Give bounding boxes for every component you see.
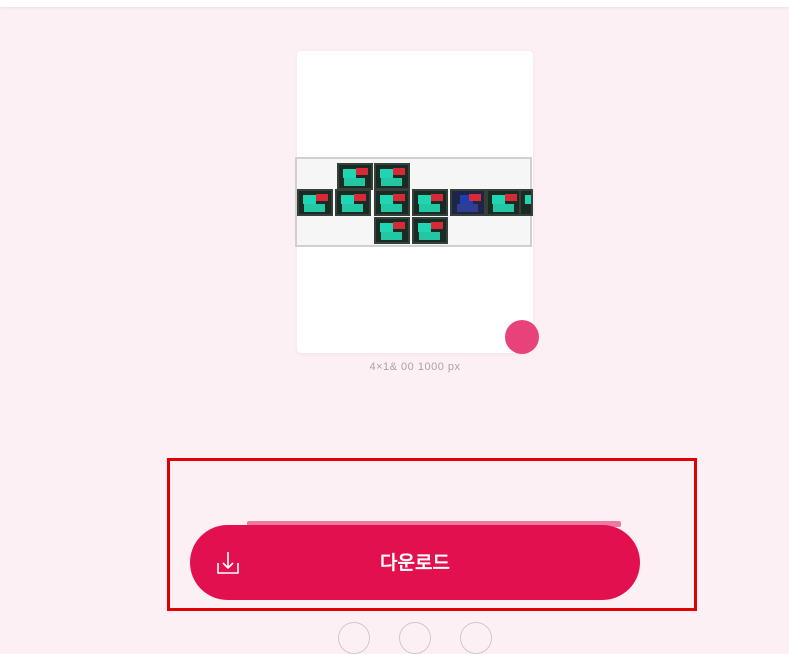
sticker-thumbnail xyxy=(335,189,371,216)
sticker-thumbnail xyxy=(297,189,333,216)
sticker-thumbnail xyxy=(450,189,486,216)
top-bar xyxy=(0,0,789,7)
pagination-dot[interactable] xyxy=(399,622,431,654)
download-tray-icon xyxy=(217,552,239,574)
sticker-thumbnail xyxy=(374,189,410,216)
pagination-dot[interactable] xyxy=(460,622,492,654)
preview-caption: 4×1& 00 1000 px xyxy=(369,361,461,373)
status-badge-dot xyxy=(505,320,539,354)
sticker-thumbnail xyxy=(374,163,410,190)
download-button-label: 다운로드 xyxy=(380,552,450,574)
sticker-thumbnail xyxy=(374,217,410,244)
sticker-thumbnail xyxy=(486,189,522,216)
pagination-dot[interactable] xyxy=(338,622,370,654)
sticker-thumbnail xyxy=(519,189,533,216)
sticker-thumbnail xyxy=(337,163,373,190)
sticker-thumbnail xyxy=(412,217,448,244)
sticker-thumbnail xyxy=(412,189,448,216)
